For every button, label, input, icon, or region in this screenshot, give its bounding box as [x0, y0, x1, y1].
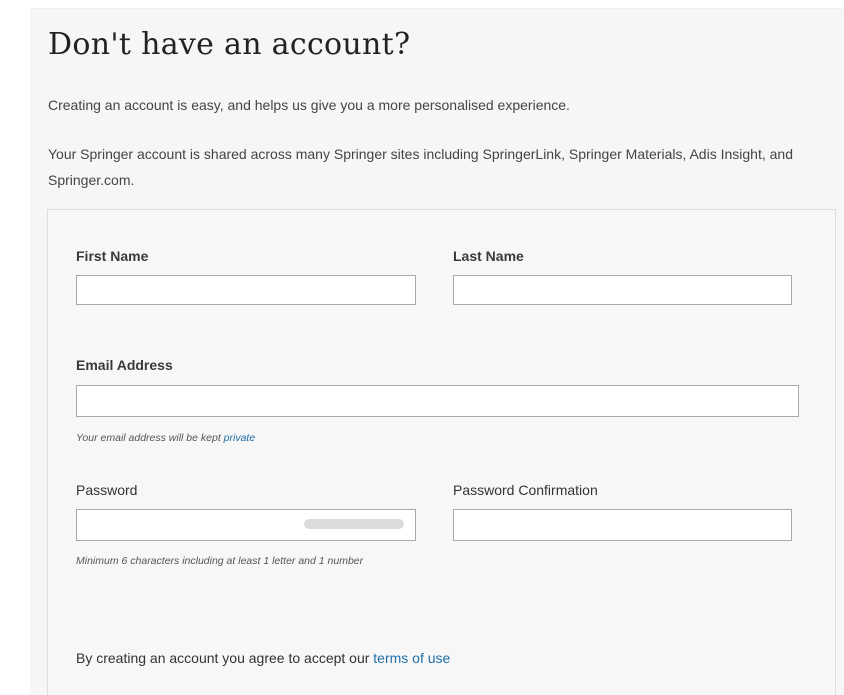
first-name-input[interactable]	[76, 275, 416, 305]
shared-account-text: Your Springer account is shared across m…	[48, 146, 793, 188]
signup-panel: Don't have an account? Creating an accou…	[30, 8, 844, 695]
password-confirmation-input[interactable]	[453, 509, 792, 541]
terms-of-use-link[interactable]: terms of use	[373, 650, 450, 666]
email-input[interactable]	[76, 385, 799, 417]
first-name-label: First Name	[76, 248, 149, 264]
intro-text: Creating an account is easy, and helps u…	[48, 97, 570, 113]
registration-form: First Name Last Name Email Address Your …	[47, 209, 836, 695]
last-name-input[interactable]	[453, 275, 792, 305]
email-hint-text: Your email address will be kept	[76, 432, 221, 444]
terms-text: By creating an account you agree to acce…	[76, 650, 370, 666]
email-hint: Your email address will be kept private	[76, 433, 255, 444]
email-label: Email Address	[76, 357, 173, 373]
password-label: Password	[76, 482, 138, 498]
terms-notice: By creating an account you agree to acce…	[76, 650, 450, 666]
last-name-label: Last Name	[453, 248, 524, 264]
private-link[interactable]: private	[224, 432, 256, 444]
password-strength-meter	[304, 519, 404, 529]
password-hint: Minimum 6 characters including at least …	[76, 555, 364, 567]
page-title: Don't have an account?	[48, 27, 411, 62]
password-field	[76, 509, 416, 541]
password-confirmation-label: Password Confirmation	[453, 482, 598, 498]
